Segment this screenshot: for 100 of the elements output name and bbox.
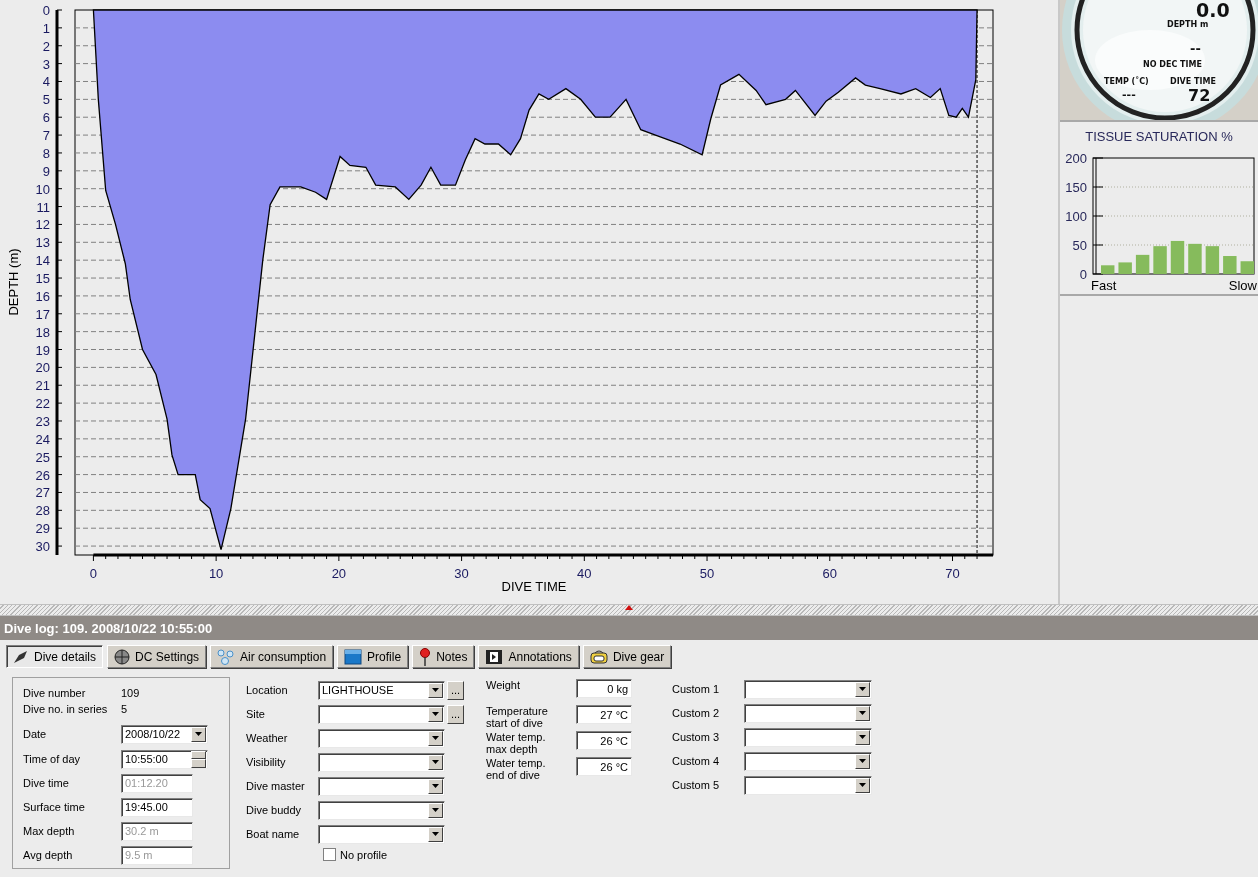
profile-icon xyxy=(344,648,363,665)
combo-box[interactable] xyxy=(318,728,445,748)
field-label: Location xyxy=(246,684,289,696)
tab[interactable]: Air consumption xyxy=(210,645,334,668)
y-tick-label: 13 xyxy=(35,235,50,251)
depth-reading: 0.0 xyxy=(1196,1,1230,20)
y-tick-label: 10 xyxy=(35,181,50,197)
caret-icon xyxy=(432,760,439,764)
temp-label: TEMP (˚C) xyxy=(1104,78,1149,86)
date-picker[interactable]: 2008/10/22 xyxy=(121,724,208,744)
temp-reading: --- xyxy=(1122,89,1136,100)
y-tick-label: 25 xyxy=(35,449,50,465)
field-label: Max depth xyxy=(23,825,76,837)
field-label: Dive number xyxy=(23,687,87,699)
caret-icon xyxy=(859,687,866,691)
combo-box[interactable] xyxy=(744,775,872,795)
tab[interactable]: Dive gear xyxy=(582,645,672,668)
field-label: Site xyxy=(246,708,266,720)
deco-label: NO DEC TIME xyxy=(1143,61,1202,69)
browse-button[interactable]: ... xyxy=(447,680,464,700)
y-tick-label: 100 xyxy=(1065,209,1087,224)
field-label: Custom 4 xyxy=(672,755,721,767)
combo-box[interactable]: LIGHTHOUSE xyxy=(318,680,445,700)
input-field[interactable]: 19:45.00 xyxy=(121,797,193,817)
x-tick-label: 60 xyxy=(822,566,837,581)
y-tick-label: 26 xyxy=(35,467,50,483)
spin-arrows-icon xyxy=(191,750,206,768)
tab[interactable]: Notes xyxy=(412,645,475,668)
field-label: Custom 1 xyxy=(672,683,721,695)
combo-box[interactable] xyxy=(318,704,445,724)
field-value: 109 xyxy=(121,687,140,699)
axis-end-label: Fast xyxy=(1091,278,1117,293)
field-label: Dive time xyxy=(23,777,70,789)
caret-icon xyxy=(432,712,439,716)
input-field[interactable]: 26 °C xyxy=(576,757,632,776)
caret-icon xyxy=(432,736,439,740)
caret-icon xyxy=(432,688,439,692)
saturation-bar xyxy=(1223,256,1237,274)
chart-title: TISSUE SATURATION % xyxy=(1084,128,1234,146)
y-tick-label: 15 xyxy=(35,271,50,287)
field-label: Time of day xyxy=(23,753,82,765)
tab[interactable]: Annotations xyxy=(478,645,579,668)
combo-box[interactable] xyxy=(318,824,445,844)
deco-reading: -- xyxy=(1190,42,1201,55)
y-tick-label: 4 xyxy=(42,74,50,90)
field-label: Temperature start of dive xyxy=(486,705,549,729)
input-field[interactable]: 26 °C xyxy=(576,731,632,750)
checkbox[interactable] xyxy=(323,848,336,861)
y-tick-label: 1 xyxy=(42,20,50,36)
y-tick-label: 150 xyxy=(1065,180,1087,195)
y-tick-label: 30 xyxy=(35,539,50,555)
field-label: Avg depth xyxy=(23,849,74,861)
x-tick-label: 30 xyxy=(454,566,469,581)
tab[interactable]: Dive details xyxy=(6,645,104,668)
field-label: Date xyxy=(23,728,48,740)
combo-box[interactable] xyxy=(318,776,445,796)
browse-button[interactable]: ... xyxy=(447,704,464,724)
y-tick-label: 0 xyxy=(42,3,50,18)
combo-box[interactable] xyxy=(744,727,872,747)
combo-box[interactable] xyxy=(744,703,872,723)
time-spinner[interactable]: 10:55:00 xyxy=(121,749,208,769)
x-tick-label: 0 xyxy=(89,566,98,581)
combo-box[interactable] xyxy=(744,679,872,699)
tab[interactable]: Profile xyxy=(337,645,409,668)
y-tick-label: 6 xyxy=(42,110,50,126)
x-tick-label: 20 xyxy=(331,566,347,581)
y-tick-label: 24 xyxy=(35,431,50,447)
saturation-bar xyxy=(1153,246,1167,274)
combo-box[interactable] xyxy=(318,800,445,820)
y-tick-label: 16 xyxy=(35,288,50,304)
y-tick-label: 29 xyxy=(35,521,50,537)
field-label: Dive buddy xyxy=(246,804,303,816)
x-tick-label: 40 xyxy=(577,566,592,581)
y-tick-label: 18 xyxy=(35,324,50,340)
tab[interactable]: DC Settings xyxy=(107,645,207,668)
field-label: Boat name xyxy=(246,828,301,840)
x-tick-label: 10 xyxy=(208,566,224,581)
y-tick-label: 27 xyxy=(35,485,50,501)
splitter-handle-icon[interactable] xyxy=(625,605,633,610)
caret-icon xyxy=(432,784,439,788)
field-value: 5 xyxy=(121,703,128,715)
input-field[interactable]: 27 °C xyxy=(576,705,632,724)
y-tick-label: 20 xyxy=(35,360,50,376)
field-label: Custom 5 xyxy=(672,779,721,791)
y-tick-label: 3 xyxy=(42,56,50,72)
y-tick-label: 200 xyxy=(1065,151,1087,166)
saturation-bar xyxy=(1118,262,1132,274)
mask-icon xyxy=(589,648,608,665)
input-field[interactable]: 0 kg xyxy=(576,679,632,698)
pin-icon xyxy=(419,647,432,666)
caret-icon xyxy=(859,711,866,715)
combo-box[interactable] xyxy=(744,751,872,771)
y-tick-label: 14 xyxy=(35,253,50,269)
y-tick-label: 8 xyxy=(42,145,50,161)
bubbles-icon xyxy=(217,648,236,665)
axis-end-label: Slow xyxy=(1228,278,1257,293)
field-label: Weather xyxy=(246,732,289,744)
saturation-bar xyxy=(1188,243,1202,274)
caret-icon xyxy=(432,832,439,836)
combo-box[interactable] xyxy=(318,752,445,772)
